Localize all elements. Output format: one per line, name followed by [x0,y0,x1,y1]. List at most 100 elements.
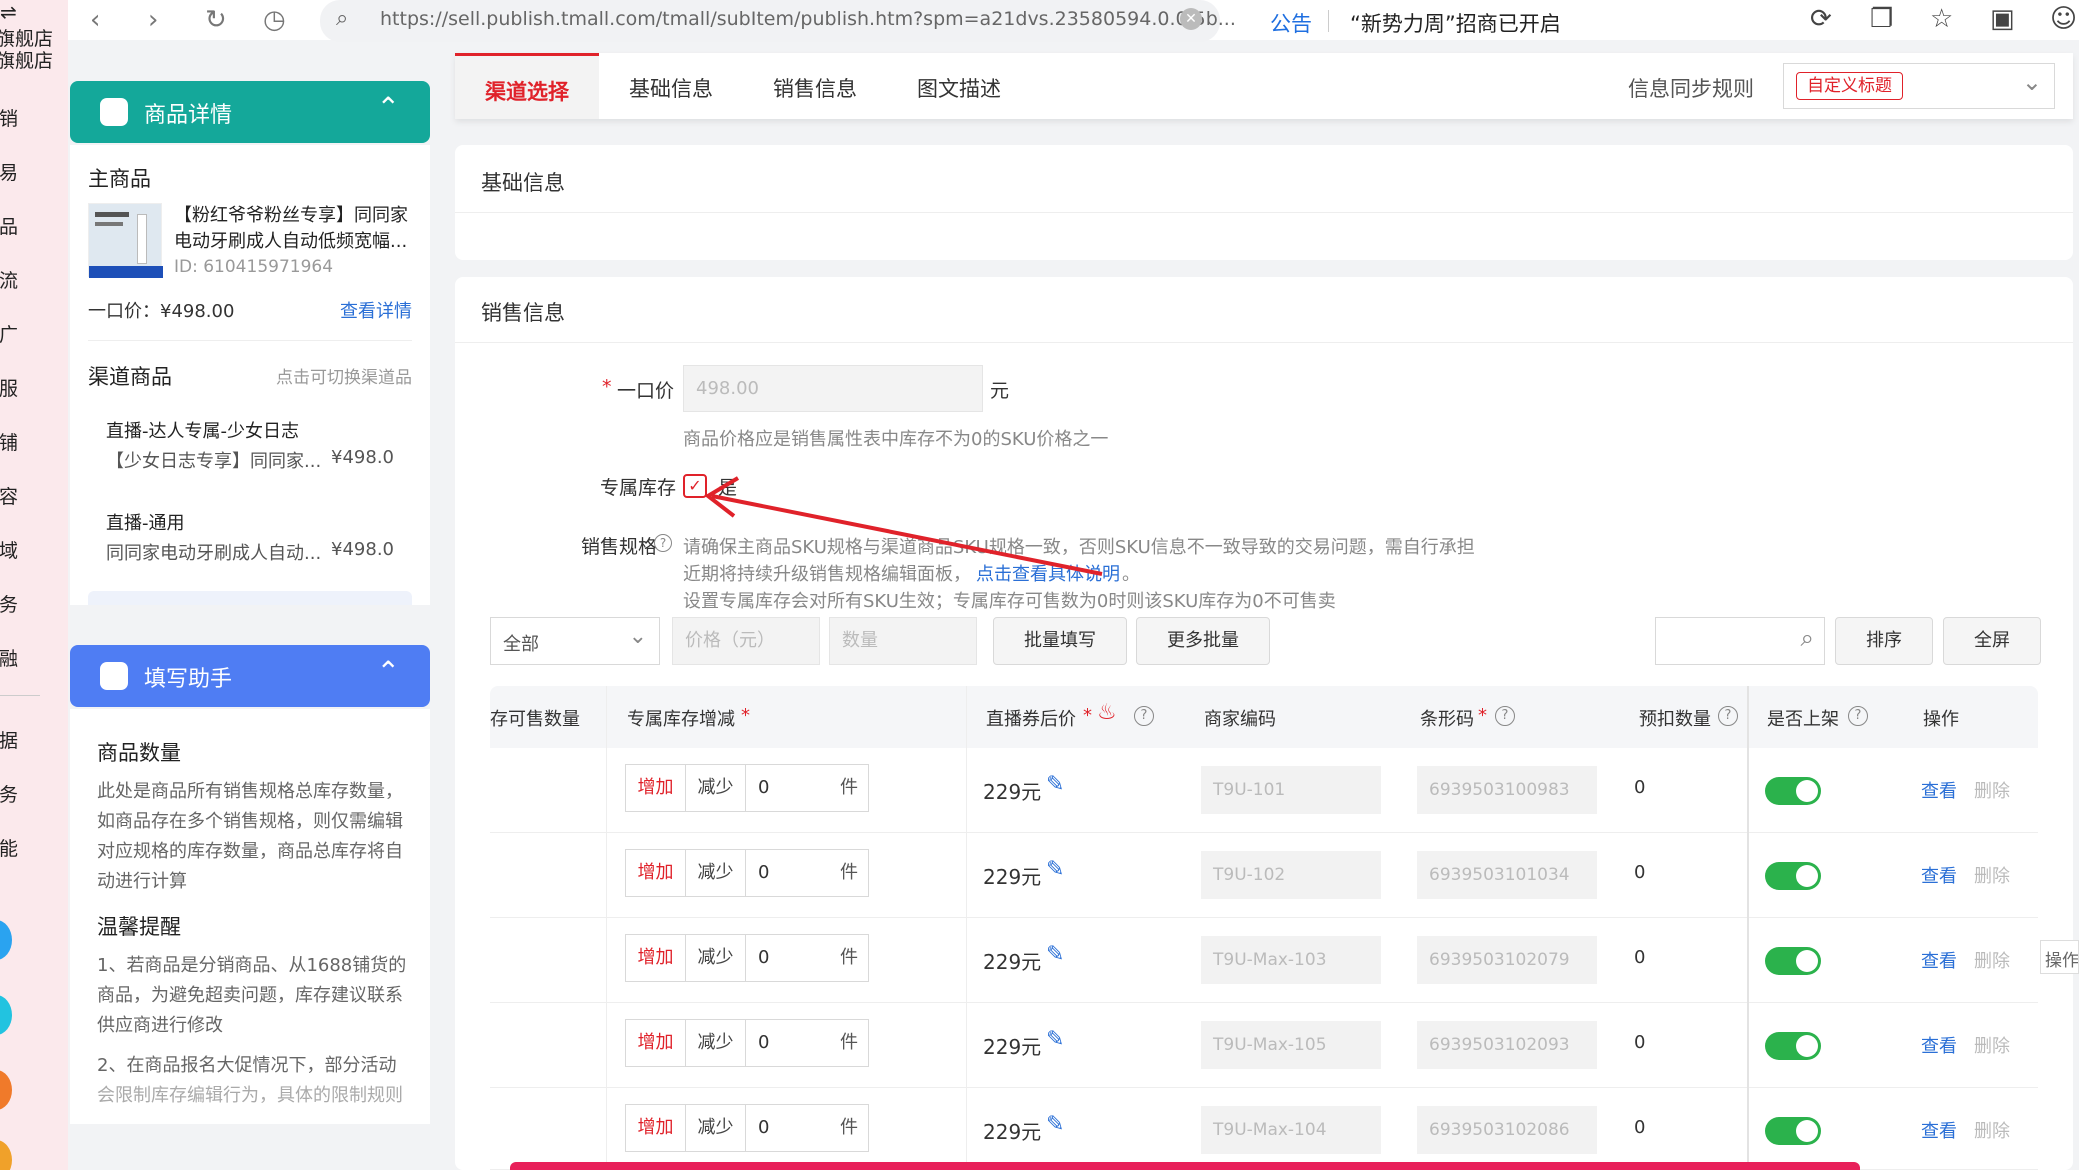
view-detail-link[interactable]: 查看详情 [340,297,412,323]
app-circle-icon[interactable] [0,995,12,1035]
left-nav-item[interactable]: 服务 [0,780,18,807]
chevron-up-icon[interactable]: ⌃ [377,655,400,688]
view-link[interactable]: 查看 [1921,1117,1957,1143]
collections-icon[interactable]: ▣ [1990,4,2015,34]
edit-price-icon[interactable]: ✎ [1046,772,1064,797]
left-nav-item[interactable]: 旗舰店 [0,46,53,73]
forward-icon[interactable]: › [148,4,158,36]
left-nav-item[interactable]: 金融 [0,644,18,671]
decrease-button[interactable]: 减少 [686,1105,746,1151]
chevron-up-icon[interactable]: ⌃ [377,91,400,124]
decrease-button[interactable]: 减少 [686,850,746,896]
tab-image-desc[interactable]: 图文描述 [917,73,1001,103]
delete-link[interactable]: 删除 [1974,1117,2010,1143]
menu-icon[interactable]: ⇌ [0,0,17,24]
left-nav-item[interactable]: 营销 [0,104,18,131]
view-link[interactable]: 查看 [1921,862,1957,888]
edit-price-icon[interactable]: ✎ [1046,857,1064,882]
help-icon[interactable]: ? [1495,706,1515,726]
more-batch-button[interactable]: 更多批量 [1136,617,1270,665]
increase-button[interactable]: 增加 [626,1020,686,1066]
product-detail-header[interactable]: 商品详情 ⌃ [70,81,430,143]
view-link[interactable]: 查看 [1921,777,1957,803]
stock-delta-input[interactable]: 0 [758,1020,769,1066]
clear-url-icon[interactable]: ✕ [1180,8,1202,30]
delete-link[interactable]: 删除 [1974,777,2010,803]
helper-header[interactable]: 填写助手 ⌃ [70,645,430,707]
sort-button[interactable]: 排序 [1835,617,1933,665]
tab-channel-select[interactable]: 渠道选择 [455,53,599,119]
on-shelf-toggle[interactable] [1765,777,1821,805]
bottom-action-bar[interactable] [510,1162,1860,1170]
refresh-icon[interactable]: ↻ [205,4,227,36]
left-nav-item[interactable]: 内容 [0,482,18,509]
spec-search-input[interactable]: ⌕ [1655,617,1825,665]
sync-rule-select[interactable]: 自定义标题 ⌄ [1783,63,2055,109]
fullscreen-button[interactable]: 全屏 [1943,617,2041,665]
batch-price-input[interactable]: 价格（元） [672,617,820,665]
left-nav-item[interactable]: 店铺 [0,428,18,455]
edit-price-icon[interactable]: ✎ [1046,1112,1064,1137]
extension-icon[interactable]: ☺ [2050,4,2077,34]
left-nav-item[interactable]: 物流 [0,266,18,293]
view-link[interactable]: 查看 [1921,1032,1957,1058]
app-circle-icon[interactable] [0,1070,12,1110]
increase-button[interactable]: 增加 [626,935,686,981]
left-nav-item[interactable]: 推广 [0,320,18,347]
tab-sales-info[interactable]: 销售信息 [773,73,857,103]
app-circle-icon[interactable] [0,1140,12,1170]
url-text[interactable]: https://sell.publish.tmall.com/tmall/sub… [380,8,1236,30]
edit-price-icon[interactable]: ✎ [1046,942,1064,967]
product-thumbnail[interactable] [88,203,163,278]
search-icon[interactable]: ⌕ [1801,624,1814,652]
decrease-button[interactable]: 减少 [686,765,746,811]
on-shelf-toggle[interactable] [1765,947,1821,975]
help-icon[interactable]: ? [1134,706,1154,726]
left-nav-item[interactable]: 财务 [0,590,18,617]
price-input[interactable]: 498.00 [683,365,983,412]
delete-link[interactable]: 删除 [1974,862,2010,888]
left-nav-item[interactable]: 数据 [0,726,18,753]
on-shelf-toggle[interactable] [1765,1032,1821,1060]
decrease-button[interactable]: 减少 [686,935,746,981]
notice-label[interactable]: 公告 [1270,8,1312,38]
tabs-icon[interactable]: ❐ [1870,4,1893,34]
channel-item[interactable]: 直播-通用 同同家电动牙刷成人自动... ¥498.0 [88,499,412,575]
app-circle-icon[interactable] [0,920,12,960]
delete-link[interactable]: 删除 [1974,1032,2010,1058]
help-icon[interactable]: ? [654,534,672,552]
refresh-circle-icon[interactable]: ⟳ [1810,4,1832,34]
left-nav-item[interactable]: 人域 [0,536,18,563]
stock-delta-input[interactable]: 0 [758,850,769,896]
star-icon[interactable]: ☆ [1930,4,1953,34]
batch-fill-button[interactable]: 批量填写 [993,617,1127,665]
side-operate-tab[interactable]: 操作 [2040,940,2079,974]
batch-qty-input[interactable]: 数量 [829,617,977,665]
view-link[interactable]: 查看 [1921,947,1957,973]
spec-filter-select[interactable]: 全部 ⌄ [490,617,660,665]
stock-delta-input[interactable]: 0 [758,765,769,811]
delete-link[interactable]: 删除 [1974,947,2010,973]
increase-button[interactable]: 增加 [626,850,686,896]
history-icon[interactable]: ◷ [263,4,286,36]
edit-price-icon[interactable]: ✎ [1046,1027,1064,1052]
on-shelf-toggle[interactable] [1765,1117,1821,1145]
decrease-button[interactable]: 减少 [686,1020,746,1066]
channel-item[interactable]: 直播-达人专属-少女日志 【少女日志专享】同同家... ¥498.0 [88,407,412,483]
stock-delta-input[interactable]: 0 [758,1105,769,1151]
left-nav-item[interactable]: 商品 [0,212,18,239]
left-nav-item[interactable]: 客服 [0,374,18,401]
back-icon[interactable]: ‹ [90,4,100,36]
stock-delta-input[interactable]: 0 [758,935,769,981]
increase-button[interactable]: 增加 [626,765,686,811]
on-shelf-toggle[interactable] [1765,862,1821,890]
stock-stepper: 增加 减少 0 件 [625,934,869,982]
notice-text[interactable]: “新势力周”招商已开启 [1350,8,1561,38]
product-name[interactable]: 【粉红爷爷粉丝专享】同同家电动牙刷成人自动低频宽幅... [174,203,419,255]
left-nav-item[interactable]: 智能 [0,834,18,861]
help-icon[interactable]: ? [1848,706,1868,726]
increase-button[interactable]: 增加 [626,1105,686,1151]
left-nav-item[interactable]: 交易 [0,158,18,185]
tab-basic-info[interactable]: 基础信息 [629,73,713,103]
help-icon[interactable]: ? [1718,706,1738,726]
